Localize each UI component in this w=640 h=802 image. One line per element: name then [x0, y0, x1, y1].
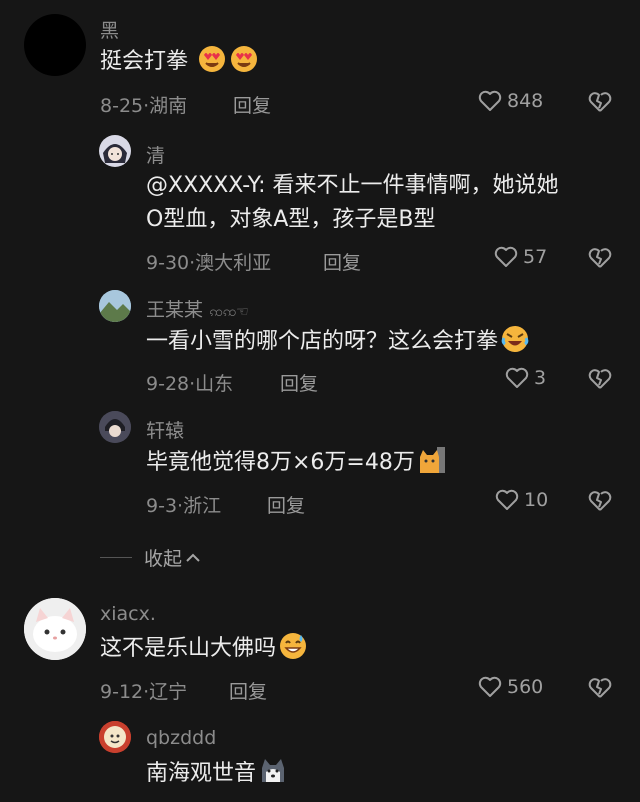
dislike-button[interactable] — [588, 677, 612, 703]
reply-button[interactable]: 回复 — [233, 91, 271, 118]
comment-text: 一看小雪的哪个店的呀？这么会打拳 — [146, 324, 530, 365]
comment-meta: 9-12·辽宁 — [100, 681, 188, 703]
comment-author[interactable]: 轩辕 — [146, 416, 184, 443]
comment-text-content: 南海观世音 — [146, 761, 257, 786]
heart-eyes-emoji-icon — [229, 44, 259, 85]
like-button[interactable]: 560 — [478, 676, 543, 698]
like-count: 57 — [523, 246, 548, 268]
comment-text-line: @XXXXX-Y: 看来不止一件事情啊，她说她 — [146, 173, 559, 198]
comment-author[interactable]: xiacx. — [100, 603, 156, 625]
comment-text: 这不是乐山大佛吗 — [100, 631, 308, 672]
avatar[interactable] — [99, 290, 131, 322]
comment-author[interactable]: 清 — [146, 141, 165, 168]
like-count: 10 — [524, 489, 549, 511]
heart-icon — [478, 90, 502, 111]
avatar[interactable] — [24, 598, 86, 660]
comment-meta: 9-30·澳大利亚 — [146, 252, 272, 274]
comment-author[interactable]: 王某某 ꩡꩡ☜ — [146, 295, 249, 323]
comment-text-content: 这不是乐山大佛吗 — [100, 636, 277, 661]
comment-date: 9-28 — [146, 373, 190, 395]
comment-author-decoration: ꩡꩡ☜ — [209, 304, 249, 320]
like-count: 848 — [507, 90, 544, 112]
dislike-button[interactable] — [588, 247, 612, 273]
comment-location: 山东 — [195, 373, 234, 395]
comment-location: 澳大利亚 — [195, 252, 272, 274]
comment-text: 南海观世音 — [146, 756, 288, 797]
divider — [100, 557, 132, 558]
comment-thread: 黑 挺会打拳 8-25·湖南 回复 848 清 @XXXXX-Y: 看来不止一件… — [0, 0, 640, 802]
comment-text-content: 毕竟他觉得8万×6万=48万 — [146, 450, 415, 475]
comment-text: 毕竟他觉得8万×6万=48万 — [146, 445, 447, 486]
heart-icon — [495, 489, 519, 510]
heart-eyes-emoji-icon — [197, 44, 227, 85]
comment-meta: 8-25·湖南 — [100, 95, 188, 117]
broken-heart-icon — [588, 369, 612, 389]
broken-heart-icon — [588, 92, 612, 112]
husky-dog-emoji-icon — [258, 756, 288, 797]
like-button[interactable]: 3 — [505, 367, 546, 389]
laughing-emoji-icon — [500, 324, 530, 365]
comment-text: @XXXXX-Y: 看来不止一件事情啊，她说她 O型血，对象A型，孩子是B型 — [146, 169, 559, 237]
sweat-smile-emoji-icon — [278, 631, 308, 672]
reply-button[interactable]: 回复 — [267, 491, 305, 518]
comment-date: 9-3 — [146, 495, 178, 517]
avatar[interactable] — [24, 14, 86, 76]
reply-button[interactable]: 回复 — [229, 677, 267, 704]
comment-location: 辽宁 — [149, 681, 188, 703]
like-button[interactable]: 57 — [494, 246, 547, 268]
comment-text-line: O型血，对象A型，孩子是B型 — [146, 207, 436, 232]
comment-date: 8-25 — [100, 95, 144, 117]
heart-icon — [478, 676, 502, 697]
dislike-button[interactable] — [588, 490, 612, 516]
collapse-label: 收起 — [144, 548, 183, 570]
comment-location: 湖南 — [149, 95, 188, 117]
comment-date: 9-30 — [146, 252, 190, 274]
avatar[interactable] — [99, 135, 131, 167]
comment-text-content: 挺会打拳 — [100, 49, 189, 74]
chevron-up-icon — [186, 553, 200, 562]
avatar[interactable] — [99, 721, 131, 753]
like-count: 560 — [507, 676, 544, 698]
like-count: 3 — [534, 367, 547, 389]
cat-sticker-icon — [417, 445, 447, 486]
comment-text: 挺会打拳 — [100, 44, 259, 85]
broken-heart-icon — [588, 678, 612, 698]
collapse-replies-button[interactable]: 收起 — [100, 544, 202, 571]
heart-icon — [494, 246, 518, 267]
comment-text-content: 一看小雪的哪个店的呀？这么会打拳 — [146, 329, 499, 354]
heart-icon — [505, 367, 529, 388]
broken-heart-icon — [588, 248, 612, 268]
like-button[interactable]: 848 — [478, 90, 543, 112]
comment-location: 浙江 — [183, 495, 222, 517]
like-button[interactable]: 10 — [495, 489, 548, 511]
comment-meta: 9-3·浙江 — [146, 495, 222, 517]
dislike-button[interactable] — [588, 91, 612, 117]
avatar[interactable] — [99, 411, 131, 443]
comment-date: 9-12 — [100, 681, 144, 703]
comment-author-name: 王某某 — [146, 299, 204, 321]
comment-author[interactable]: qbzddd — [146, 727, 216, 749]
dislike-button[interactable] — [588, 368, 612, 394]
comment-author[interactable]: 黑 — [100, 16, 119, 43]
reply-button[interactable]: 回复 — [323, 248, 361, 275]
broken-heart-icon — [588, 491, 612, 511]
reply-button[interactable]: 回复 — [280, 369, 318, 396]
comment-meta: 9-28·山东 — [146, 373, 234, 395]
